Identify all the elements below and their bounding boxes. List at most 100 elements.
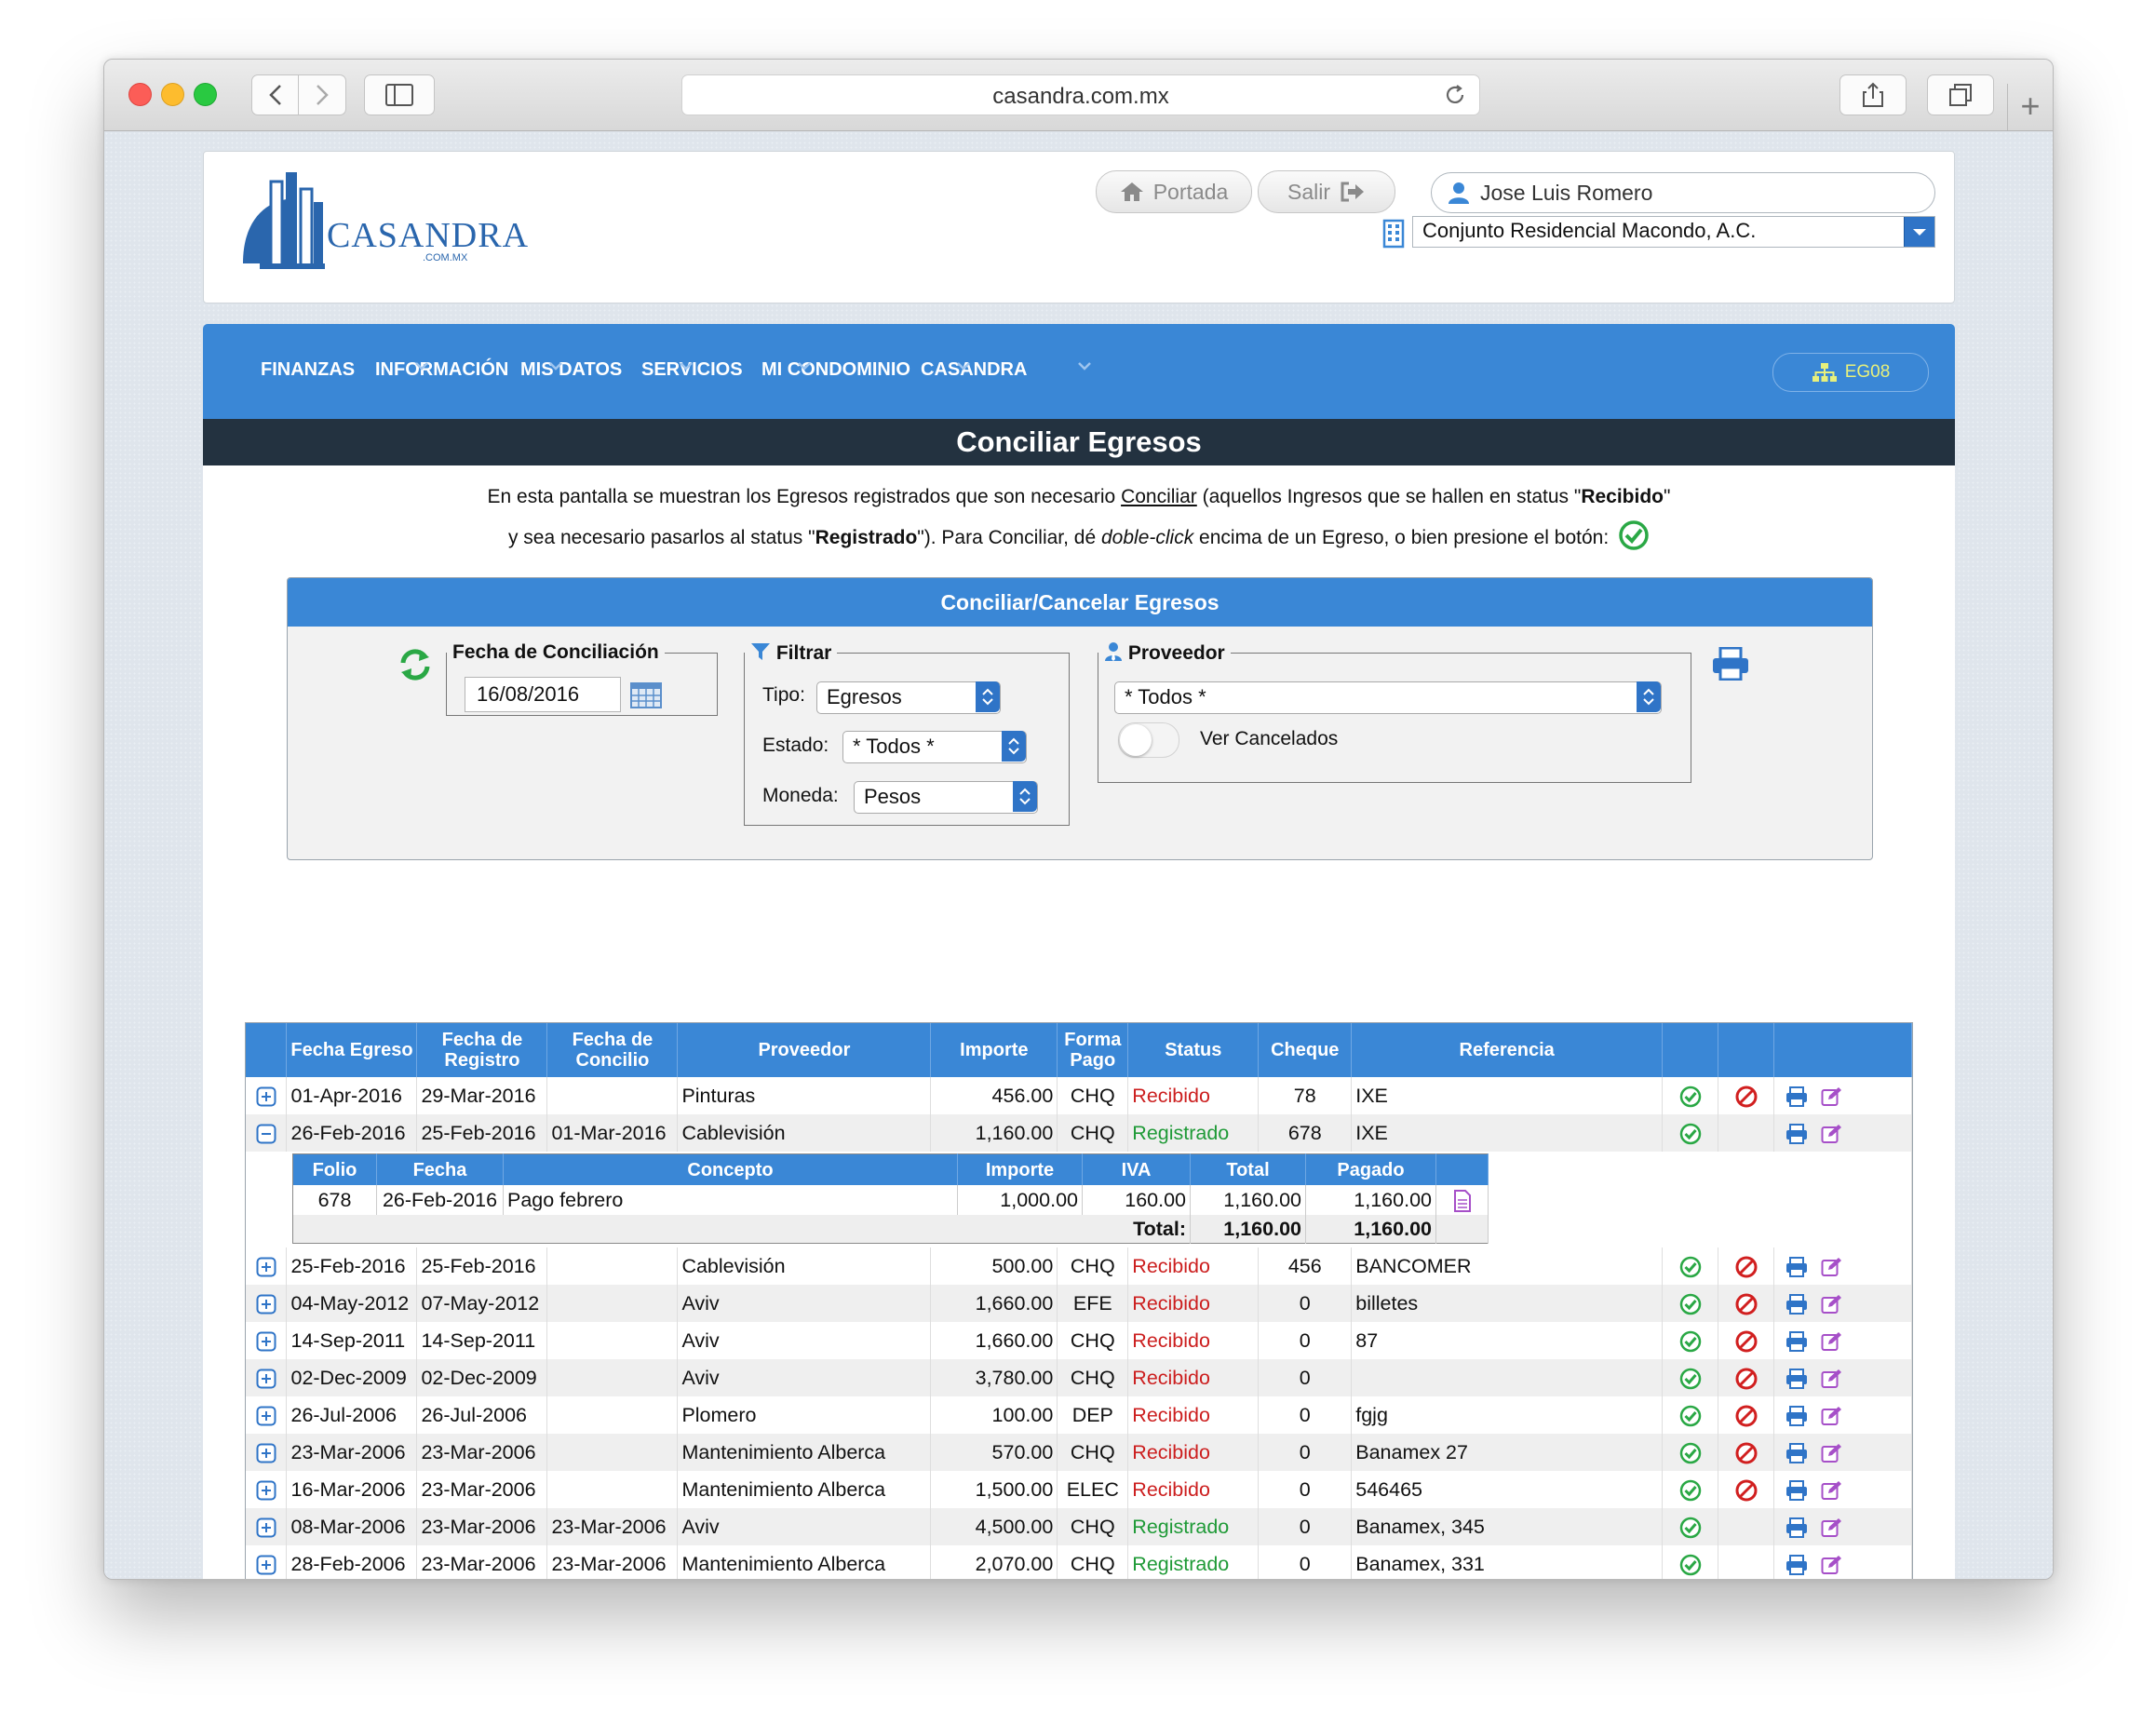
cancel-icon[interactable] <box>1735 1368 1758 1390</box>
expand-icon[interactable] <box>256 1257 276 1277</box>
refresh-icon[interactable] <box>398 647 433 682</box>
expand-cell[interactable] <box>246 1396 288 1434</box>
expand-icon[interactable] <box>256 1086 276 1107</box>
expand-cell[interactable] <box>246 1285 288 1322</box>
print-icon[interactable] <box>1785 1405 1808 1426</box>
print-icon[interactable] <box>1785 1256 1808 1277</box>
cancelar-cell[interactable] <box>1718 1471 1774 1508</box>
print-icon[interactable] <box>1785 1293 1808 1315</box>
col-referencia[interactable]: Referencia <box>1351 1023 1664 1077</box>
table-row[interactable]: 04-May-2012 07-May-2012 Aviv 1,660.00 EFE Rec… <box>246 1285 1912 1322</box>
expand-icon[interactable] <box>256 1517 276 1538</box>
col-proveedor[interactable]: Proveedor <box>677 1023 932 1077</box>
table-row[interactable]: 02-Dec-2009 02-Dec-2009 Aviv 3,780.00 CHQ Rec… <box>246 1359 1912 1396</box>
conciliar-cell[interactable] <box>1662 1114 1719 1152</box>
proveedor-select[interactable]: * Todos * <box>1114 681 1662 714</box>
conciliar-check-icon[interactable] <box>1679 1256 1702 1278</box>
chevron-down-icon[interactable] <box>413 357 430 374</box>
print-icon[interactable] <box>1785 1085 1808 1107</box>
new-tab-button[interactable]: + <box>2007 84 2053 130</box>
conciliar-check-icon[interactable] <box>1679 1442 1702 1464</box>
cancelar-cell[interactable] <box>1718 1285 1774 1322</box>
expand-cell[interactable] <box>246 1508 288 1545</box>
edit-icon[interactable] <box>1821 1555 1843 1575</box>
cancel-icon[interactable] <box>1735 1085 1758 1108</box>
print-icon[interactable] <box>1785 1479 1808 1501</box>
conciliar-check-icon[interactable] <box>1679 1330 1702 1353</box>
print-icon[interactable] <box>1785 1368 1808 1389</box>
col-fecha-egreso[interactable]: Fecha Egreso <box>286 1023 418 1077</box>
collapse-icon[interactable] <box>256 1124 276 1144</box>
col-forma-pago[interactable]: Forma Pago <box>1057 1023 1129 1077</box>
expand-icon[interactable] <box>256 1480 276 1501</box>
casandra-logo[interactable]: CASANDRA .COM.MX <box>241 170 528 273</box>
col-importe[interactable]: Importe <box>930 1023 1058 1077</box>
expand-cell[interactable] <box>246 1545 288 1579</box>
cancelar-cell[interactable] <box>1718 1247 1774 1285</box>
edit-icon[interactable] <box>1821 1480 1843 1501</box>
col-cheque[interactable]: Cheque <box>1258 1023 1353 1077</box>
table-row[interactable]: 08-Mar-2006 23-Mar-2006 23-Mar-2006 Aviv 4,5… <box>246 1508 1912 1545</box>
print-icon[interactable] <box>1785 1517 1808 1538</box>
table-row[interactable]: 14-Sep-2011 14-Sep-2011 Aviv 1,660.00 CHQ Rec… <box>246 1322 1912 1359</box>
sidebar-button[interactable] <box>364 74 435 115</box>
table-row[interactable]: 01-Apr-2016 29-Mar-2016 Pinturas 456.00 CHQ R… <box>246 1077 1912 1114</box>
fecha-input[interactable]: 16/08/2016 <box>465 677 621 712</box>
document-icon[interactable] <box>1453 1189 1472 1212</box>
expand-icon[interactable] <box>256 1406 276 1426</box>
conciliar-cell[interactable] <box>1662 1077 1719 1114</box>
chevron-down-icon[interactable] <box>1076 357 1093 374</box>
nav-item-1[interactable]: INFORMACIÓN <box>375 359 508 381</box>
edit-icon[interactable] <box>1821 1331 1843 1352</box>
conciliar-check-icon[interactable] <box>1679 1123 1702 1145</box>
table-row[interactable]: 16-Mar-2006 23-Mar-2006 Mantenimiento Albe… <box>246 1471 1912 1508</box>
moneda-select[interactable]: Pesos <box>854 781 1038 814</box>
table-row[interactable]: 23-Mar-2006 23-Mar-2006 Mantenimiento Albe… <box>246 1434 1912 1471</box>
cancelar-cell[interactable] <box>1718 1077 1774 1114</box>
expand-cell[interactable] <box>246 1434 288 1471</box>
conciliar-check-icon[interactable] <box>1679 1293 1702 1315</box>
print-icon[interactable] <box>1785 1330 1808 1352</box>
detail-doc-cell[interactable] <box>1435 1185 1489 1215</box>
cancel-icon[interactable] <box>1735 1293 1758 1315</box>
cancel-icon[interactable] <box>1735 1256 1758 1278</box>
expand-icon[interactable] <box>256 1294 276 1315</box>
condominio-select[interactable]: Conjunto Residencial Macondo, A.C. <box>1412 216 1935 248</box>
table-row[interactable]: 28-Feb-2006 23-Mar-2006 23-Mar-2006 Manteni… <box>246 1545 1912 1579</box>
cancel-icon[interactable] <box>1735 1405 1758 1427</box>
cancel-icon[interactable] <box>1735 1330 1758 1353</box>
edit-icon[interactable] <box>1821 1443 1843 1463</box>
print-icon[interactable] <box>1785 1123 1808 1144</box>
expand-cell[interactable] <box>246 1359 288 1396</box>
chevron-down-icon[interactable] <box>796 357 813 374</box>
cancelar-cell[interactable] <box>1718 1322 1774 1359</box>
print-icon[interactable] <box>1712 647 1749 681</box>
address-bar[interactable]: casandra.com.mx <box>681 74 1480 115</box>
edit-icon[interactable] <box>1821 1124 1843 1144</box>
cancel-icon[interactable] <box>1735 1442 1758 1464</box>
conciliar-cell[interactable] <box>1662 1285 1719 1322</box>
conciliar-check-icon[interactable] <box>1679 1368 1702 1390</box>
conciliar-cell[interactable] <box>1662 1396 1719 1434</box>
edit-icon[interactable] <box>1821 1257 1843 1277</box>
reload-icon[interactable] <box>1444 84 1466 106</box>
expand-cell[interactable] <box>246 1077 288 1114</box>
detail-data-row[interactable]: 678 26-Feb-2016 Pago febrero 1,000.00 160.00… <box>292 1185 1489 1215</box>
ver-cancelados-toggle[interactable] <box>1118 722 1179 758</box>
zoom-window-button[interactable] <box>194 83 217 106</box>
expand-icon[interactable] <box>256 1555 276 1575</box>
conciliar-check-icon[interactable] <box>1679 1479 1702 1502</box>
edit-icon[interactable] <box>1821 1294 1843 1315</box>
conciliar-cell[interactable] <box>1662 1434 1719 1471</box>
edit-icon[interactable] <box>1821 1369 1843 1389</box>
cancelar-cell[interactable] <box>1718 1359 1774 1396</box>
conciliar-check-icon[interactable] <box>1679 1517 1702 1539</box>
salir-button[interactable]: Salir <box>1258 170 1395 213</box>
conciliar-check-icon[interactable] <box>1679 1085 1702 1108</box>
chevron-down-icon[interactable] <box>955 357 972 374</box>
estado-select[interactable]: * Todos * <box>842 731 1027 763</box>
conciliar-cell[interactable] <box>1662 1359 1719 1396</box>
cancel-icon[interactable] <box>1735 1479 1758 1502</box>
nav-item-2[interactable]: MIS DATOS <box>520 359 622 381</box>
portada-button[interactable]: Portada <box>1096 170 1252 213</box>
